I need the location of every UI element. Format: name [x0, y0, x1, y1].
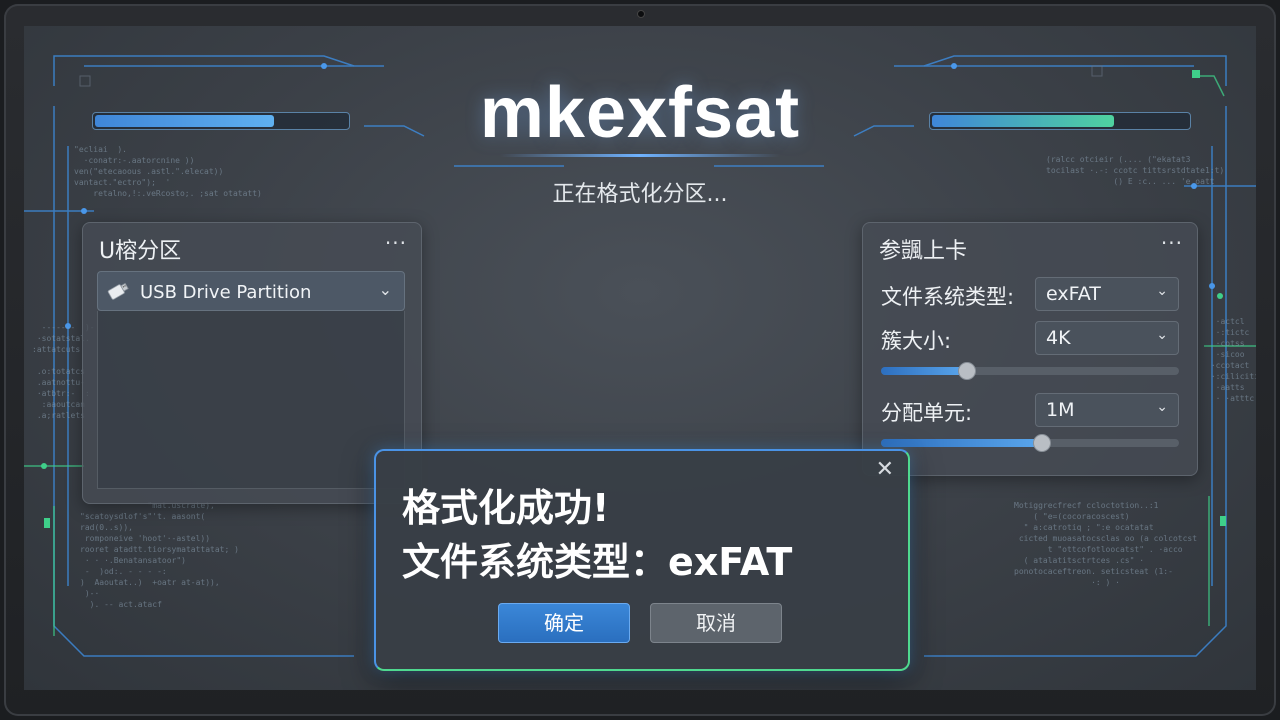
fs-type-label: 文件系统类型: — [881, 285, 1015, 309]
cluster-size-dropdown[interactable]: 4K ⌄ — [1035, 321, 1179, 355]
selected-drive-label: USB Drive Partition — [140, 282, 312, 303]
cluster-size-label: 簇大小: — [881, 329, 952, 353]
cluster-size-slider[interactable] — [881, 362, 1179, 380]
allocation-unit-slider[interactable] — [881, 434, 1179, 452]
more-options-icon[interactable]: ··· — [385, 231, 407, 255]
dialog-message-title: 格式化成功! — [402, 486, 610, 530]
chevron-down-icon: ⌄ — [378, 280, 392, 299]
progress-fill-left — [95, 115, 274, 127]
allocation-unit-label: 分配单元: — [881, 401, 973, 425]
partition-panel: U榕分区 ··· USB Drive Partition ⌄ — [82, 222, 422, 504]
screen: "ecliai ). ·conatr:-.aatorcnine )) ven("… — [24, 26, 1256, 690]
alloc-slider-thumb[interactable] — [1032, 434, 1051, 452]
background-code-left-bottom: "mat.uscrate), "scatoysdlof's"'t. aasont… — [80, 501, 239, 609]
webcam — [637, 10, 645, 18]
fs-type-value: exFAT — [1046, 283, 1101, 305]
cancel-button[interactable]: 取消 — [650, 603, 782, 643]
drive-select[interactable]: USB Drive Partition ⌄ — [97, 271, 405, 311]
more-options-icon[interactable]: ··· — [1161, 231, 1183, 255]
allocation-unit-dropdown[interactable]: 1M ⌄ — [1035, 393, 1179, 427]
allocation-unit-value: 1M — [1046, 399, 1075, 421]
progress-fill-right — [932, 115, 1114, 127]
usb-drive-icon — [107, 282, 129, 300]
close-icon[interactable]: ✕ — [876, 457, 894, 482]
status-text: 正在格式化分区... — [552, 182, 728, 207]
progress-bar-right — [929, 112, 1191, 130]
title-underline-glow — [500, 154, 780, 157]
chevron-down-icon: ⌄ — [1156, 399, 1168, 415]
cluster-size-value: 4K — [1046, 327, 1071, 349]
chevron-down-icon: ⌄ — [1156, 283, 1168, 299]
parameters-panel: 参颽上卡 ··· 文件系统类型: exFAT ⌄ 簇大小: 4K ⌄ 分配单元:… — [862, 222, 1198, 476]
background-code-right-mid: ·actcl ·:tictc ·cotss ·sicoo ·ccotact ·:… — [1210, 317, 1256, 403]
background-code-right-bottom: Motiggrecfrecf ccloctotion..:1 ( "e=(coc… — [1014, 501, 1198, 587]
fs-type-dropdown[interactable]: exFAT ⌄ — [1035, 277, 1179, 311]
partition-list[interactable] — [97, 311, 405, 489]
dialog-message-detail: 文件系统类型：exFAT — [402, 540, 793, 584]
ok-button[interactable]: 确定 — [498, 603, 630, 643]
partition-panel-title: U榕分区 — [99, 239, 182, 264]
cluster-slider-thumb[interactable] — [958, 362, 977, 380]
cluster-slider-fill — [881, 367, 968, 375]
chevron-down-icon: ⌄ — [1156, 327, 1168, 343]
parameters-panel-title: 参颽上卡 — [879, 239, 968, 264]
success-dialog: ✕ 格式化成功! 文件系统类型：exFAT 确定 取消 — [374, 449, 910, 671]
progress-bar-left — [92, 112, 350, 130]
alloc-slider-fill — [881, 439, 1042, 447]
